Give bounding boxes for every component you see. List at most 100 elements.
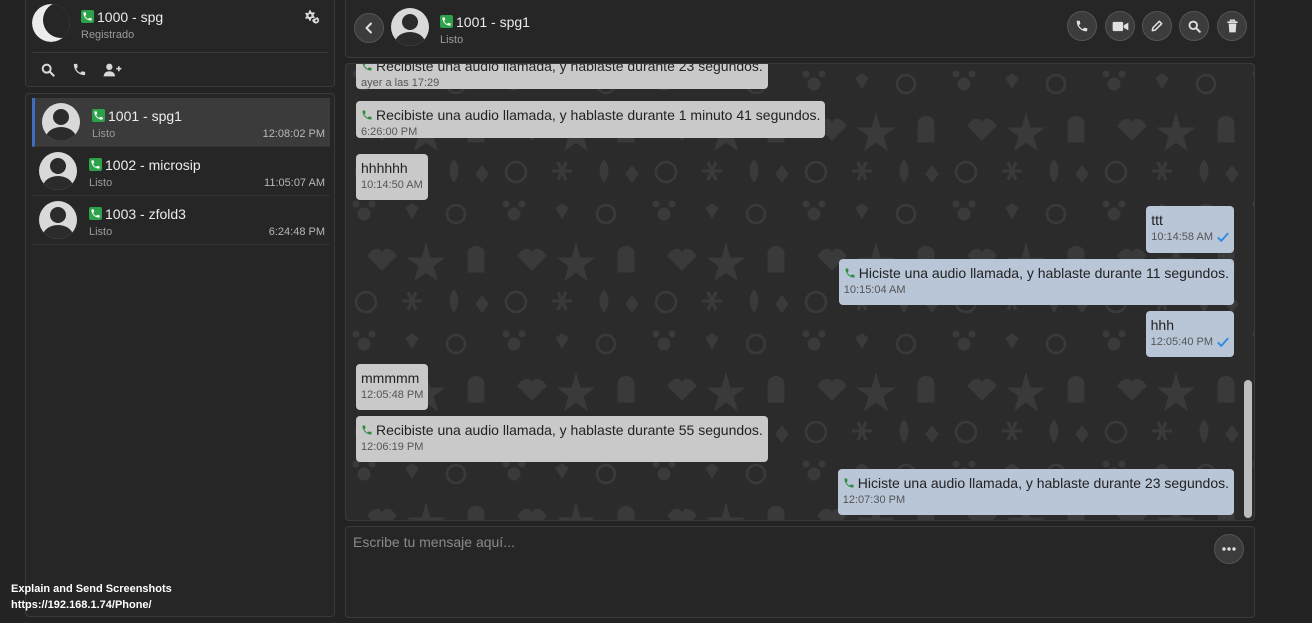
message-bubble-outgoing[interactable]: hhh 12:05:40 PM <box>1145 311 1234 357</box>
message-text-content: Recibiste una audio llamada, y hablaste … <box>376 422 763 438</box>
phone-icon <box>73 63 86 76</box>
chat-header: 1001 - spg1 Listo <box>345 0 1255 58</box>
message-time: 12:06:19 PM <box>361 441 424 453</box>
check-icon <box>1217 232 1229 242</box>
profile-avatar[interactable] <box>32 4 70 42</box>
message-text-content: Hiciste una audio llamada, y hablaste du… <box>858 265 1229 281</box>
contact-avatar <box>39 152 77 190</box>
phone-status-icon <box>92 109 105 122</box>
phone-status-icon <box>89 158 102 171</box>
phone-icon <box>362 425 372 435</box>
message-bubble-incoming[interactable]: mmmmm 12:05:48 PM <box>356 364 429 410</box>
back-button[interactable] <box>354 13 384 43</box>
phone-icon <box>1076 20 1088 32</box>
message-time: 10:14:50 AM <box>361 179 423 191</box>
contact-name: 1003 - zfold3 <box>89 206 186 222</box>
search-chat-button[interactable] <box>1179 11 1209 41</box>
contact-status: Listo <box>89 226 113 238</box>
search-button[interactable] <box>40 62 56 78</box>
contact-name-text: 1003 - zfold3 <box>105 206 186 222</box>
profile-status: Registrado <box>81 29 135 41</box>
back-icon <box>365 22 372 34</box>
scrollbar-thumb[interactable] <box>1244 380 1252 518</box>
message-text: hhh <box>1150 317 1174 333</box>
add-user-icon <box>103 63 122 77</box>
message-time-text: 10:14:58 AM <box>1151 231 1213 243</box>
message-list[interactable]: Recibiste una audio llamada, y hablaste … <box>345 63 1255 521</box>
more-options-button[interactable] <box>1214 534 1244 564</box>
chat-contact-name-text: 1001 - spg1 <box>456 14 530 30</box>
message-time-text: 12:05:40 PM <box>1150 336 1213 348</box>
phone-status-icon <box>89 207 102 220</box>
search-icon <box>1188 20 1201 33</box>
profile-name: 1000 - spg <box>81 9 163 25</box>
contact-item[interactable]: 1001 - spg1 Listo 12:08:02 PM <box>32 98 330 147</box>
phone-icon <box>362 64 372 71</box>
message-bubble-incoming[interactable]: Recibiste una audio llamada, y hablaste … <box>356 63 768 89</box>
call-button[interactable] <box>72 62 88 78</box>
message-text: mmmmm <box>361 370 420 386</box>
message-text: Recibiste una audio llamada, y hablaste … <box>361 63 763 74</box>
add-contact-button[interactable] <box>103 62 123 78</box>
contact-name-text: 1002 - microsip <box>105 157 201 173</box>
message-text-content: Recibiste una audio llamada, y hablaste … <box>376 63 763 74</box>
profile-divider <box>32 52 328 53</box>
message-time: 6:26:00 PM <box>361 126 418 138</box>
contact-avatar <box>42 103 80 141</box>
message-text-content: Hiciste una audio llamada, y hablaste du… <box>857 475 1229 491</box>
profile-name-text: 1000 - spg <box>97 9 164 25</box>
contact-time: 6:24:48 PM <box>268 226 325 238</box>
message-time: 12:05:48 PM <box>361 389 424 401</box>
phone-icon <box>844 478 854 488</box>
page-url-label: https://192.168.1.74/Phone/ <box>11 599 152 611</box>
message-bubble-incoming[interactable]: Recibiste una audio llamada, y hablaste … <box>356 416 768 462</box>
check-icon <box>1217 337 1229 347</box>
gear-icon <box>305 10 320 24</box>
contact-item[interactable]: 1003 - zfold3 Listo 6:24:48 PM <box>32 196 330 245</box>
profile-panel: 1000 - spg Registrado <box>25 0 335 87</box>
contact-status: Listo <box>92 128 116 140</box>
message-text: Hiciste una audio llamada, y hablaste du… <box>843 475 1229 491</box>
message-text: ttt <box>1151 212 1163 228</box>
message-text: Recibiste una audio llamada, y hablaste … <box>361 107 820 123</box>
contact-time: 12:08:02 PM <box>262 128 325 140</box>
message-bubble-incoming[interactable]: Recibiste una audio llamada, y hablaste … <box>356 101 826 138</box>
contact-status: Listo <box>89 177 113 189</box>
search-icon <box>41 63 55 77</box>
phone-status-icon <box>440 15 453 28</box>
settings-button[interactable] <box>304 8 322 26</box>
message-text: Recibiste una audio llamada, y hablaste … <box>361 422 763 438</box>
contact-item[interactable]: 1002 - microsip Listo 11:05:07 AM <box>32 147 330 196</box>
trash-icon <box>1226 19 1238 33</box>
chat-contact-status: Listo <box>440 34 464 46</box>
delete-button[interactable] <box>1217 11 1247 41</box>
message-bubble-outgoing[interactable]: Hiciste una audio llamada, y hablaste du… <box>837 469 1234 515</box>
contact-avatar <box>39 201 77 239</box>
message-text: Hiciste una audio llamada, y hablaste du… <box>844 265 1229 281</box>
edit-button[interactable] <box>1142 11 1172 41</box>
phone-status-icon <box>81 10 94 23</box>
edit-icon <box>1151 20 1163 32</box>
phone-icon <box>845 268 855 278</box>
message-input[interactable] <box>346 527 1206 557</box>
contact-name-text: 1001 - spg1 <box>108 108 182 124</box>
message-bubble-outgoing[interactable]: Hiciste una audio llamada, y hablaste du… <box>838 259 1234 305</box>
message-time: 10:14:58 AM <box>1151 231 1229 243</box>
message-bubble-incoming[interactable]: hhhhhh 10:14:50 AM <box>356 154 428 200</box>
contact-name: 1001 - spg1 <box>92 108 182 124</box>
message-text-content: Recibiste una audio llamada, y hablaste … <box>376 107 821 123</box>
chat-avatar <box>391 8 429 46</box>
video-icon <box>1112 21 1128 31</box>
message-bubble-outgoing[interactable]: ttt 10:14:58 AM <box>1146 206 1234 253</box>
video-call-button[interactable] <box>1105 11 1135 41</box>
message-text: hhhhhh <box>361 160 408 176</box>
message-time: 10:15:04 AM <box>843 284 906 296</box>
audio-call-button[interactable] <box>1067 11 1097 41</box>
more-icon <box>1222 547 1236 551</box>
contact-list: 1001 - spg1 Listo 12:08:02 PM 1002 - mic… <box>25 93 335 617</box>
phone-icon <box>362 110 372 120</box>
message-time: 12:07:30 PM <box>842 494 906 506</box>
message-time: ayer a las 17:29 <box>361 77 440 89</box>
compose-box <box>345 526 1255 618</box>
screenshot-tool-label[interactable]: Explain and Send Screenshots <box>11 583 172 595</box>
